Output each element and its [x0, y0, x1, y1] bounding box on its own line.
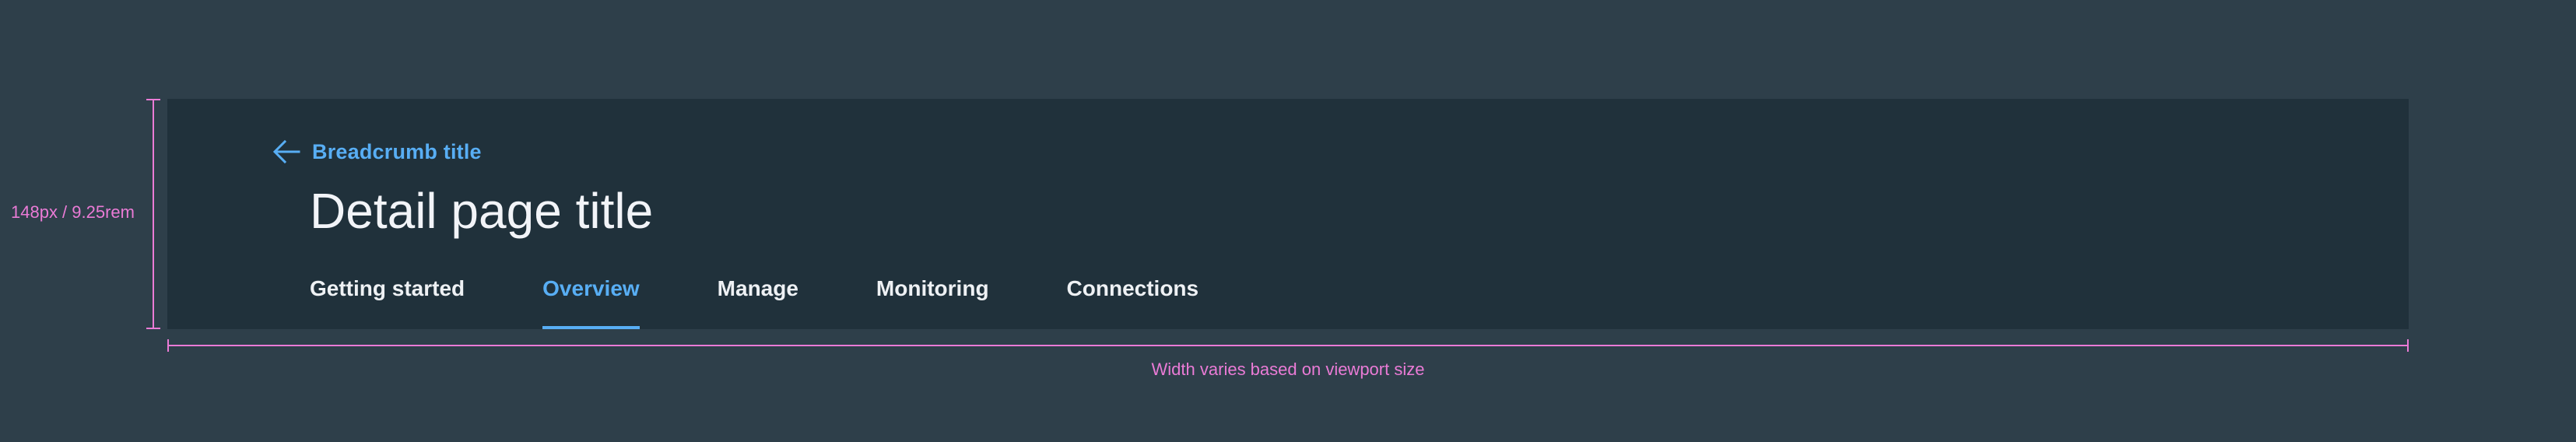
tab-getting-started[interactable]: Getting started: [310, 276, 465, 329]
height-annotation-label: 148px / 9.25rem: [11, 202, 135, 222]
tab-overview[interactable]: Overview: [542, 276, 640, 329]
arrow-left-icon: [272, 139, 300, 164]
width-dimension-cap-right: [2407, 339, 2409, 352]
page-title: Detail page title: [310, 183, 654, 239]
detail-page-header: Breadcrumb title Detail page title Getti…: [167, 99, 2409, 329]
height-dimension-cap-bottom: [146, 328, 160, 329]
breadcrumb-title: Breadcrumb title: [312, 139, 482, 163]
tab-bar: Getting started Overview Manage Monitori…: [310, 276, 1199, 329]
height-dimension-line: [153, 99, 154, 329]
tab-manage[interactable]: Manage: [718, 276, 798, 329]
width-annotation-label: Width varies based on viewport size: [1151, 360, 1425, 379]
tab-connections[interactable]: Connections: [1067, 276, 1199, 329]
width-dimension-line: [167, 345, 2409, 346]
breadcrumb-back-link[interactable]: Breadcrumb title: [272, 139, 482, 164]
tab-monitoring[interactable]: Monitoring: [876, 276, 989, 329]
